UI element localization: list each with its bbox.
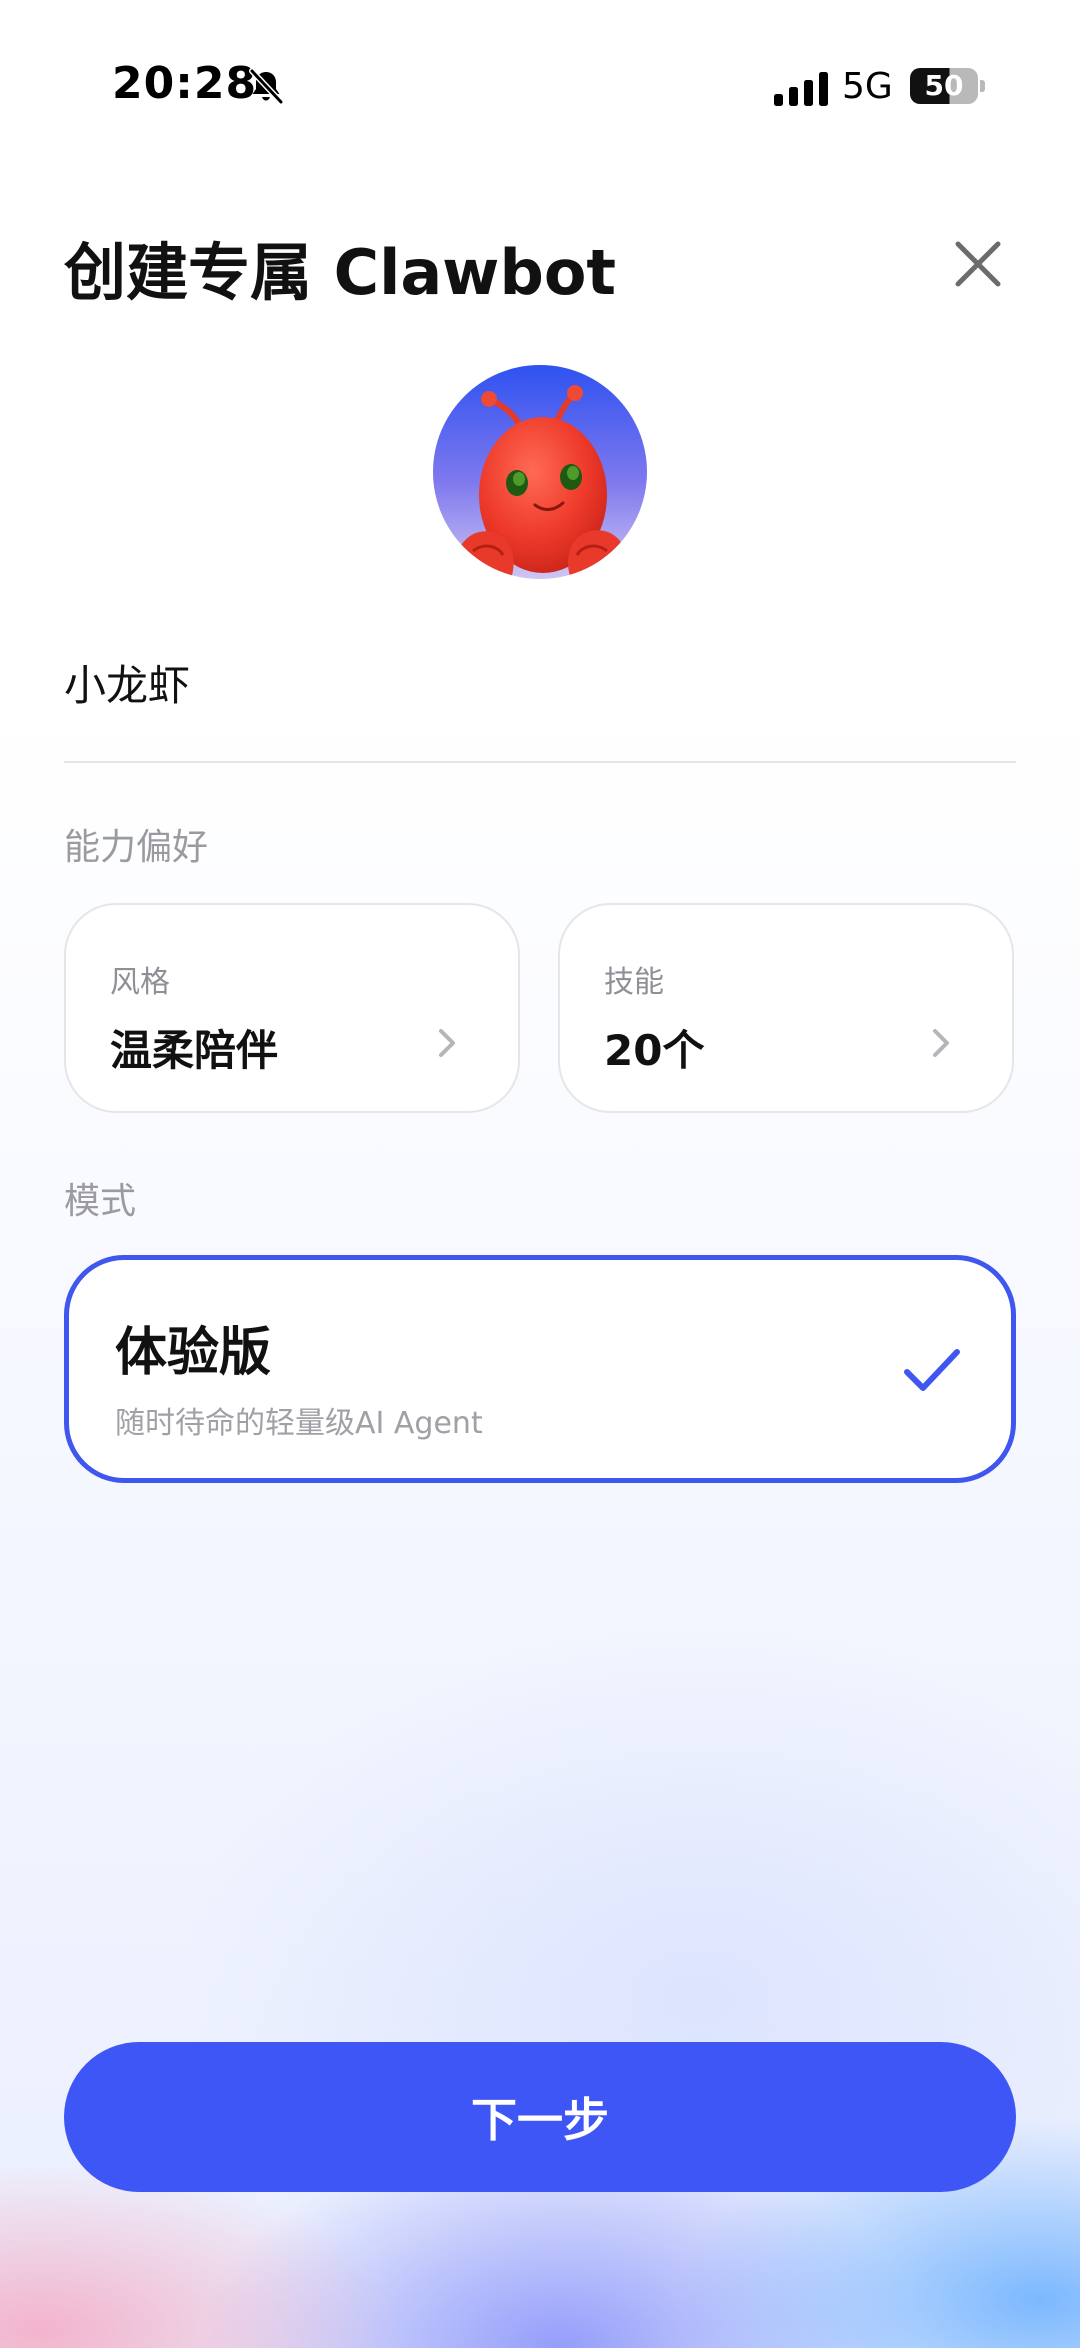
style-card-value: 温柔陪伴 xyxy=(110,1026,279,1075)
style-card-label: 风格 xyxy=(110,965,170,1000)
mode-label: 模式 xyxy=(64,1181,137,1222)
bell-slash-icon xyxy=(249,68,284,105)
page-background xyxy=(0,0,1080,2348)
signal-icon xyxy=(774,72,828,106)
mode-option-trial[interactable]: 体验版 随时待命的轻量级AI Agent xyxy=(64,1255,1016,1483)
chevron-right-icon xyxy=(933,1029,949,1057)
mode-description: 随时待命的轻量级AI Agent xyxy=(115,1406,483,1441)
style-card[interactable]: 风格 温柔陪伴 xyxy=(64,903,520,1113)
lobster-mascot-image xyxy=(433,365,647,579)
close-icon[interactable] xyxy=(950,236,1006,292)
next-step-button[interactable]: 下一步 xyxy=(64,2042,1016,2192)
mode-title: 体验版 xyxy=(115,1323,272,1383)
skills-card-value: 20个 xyxy=(604,1026,705,1075)
status-bar: 20:28 5G 50 xyxy=(0,0,1080,120)
name-input[interactable] xyxy=(64,652,1014,712)
avatar[interactable] xyxy=(433,365,647,579)
name-input-underline xyxy=(64,761,1016,763)
skills-card-label: 技能 xyxy=(604,965,664,1000)
checkmark-icon xyxy=(904,1349,960,1391)
chevron-right-icon xyxy=(439,1029,455,1057)
skills-card[interactable]: 技能 20个 xyxy=(558,903,1014,1113)
battery-level: 50 xyxy=(924,69,964,102)
battery-tip xyxy=(980,80,985,92)
page-title: 创建专属 Clawbot xyxy=(64,236,617,309)
status-time: 20:28 xyxy=(112,58,258,109)
preferences-label: 能力偏好 xyxy=(64,827,209,868)
network-type: 5G xyxy=(842,66,893,107)
